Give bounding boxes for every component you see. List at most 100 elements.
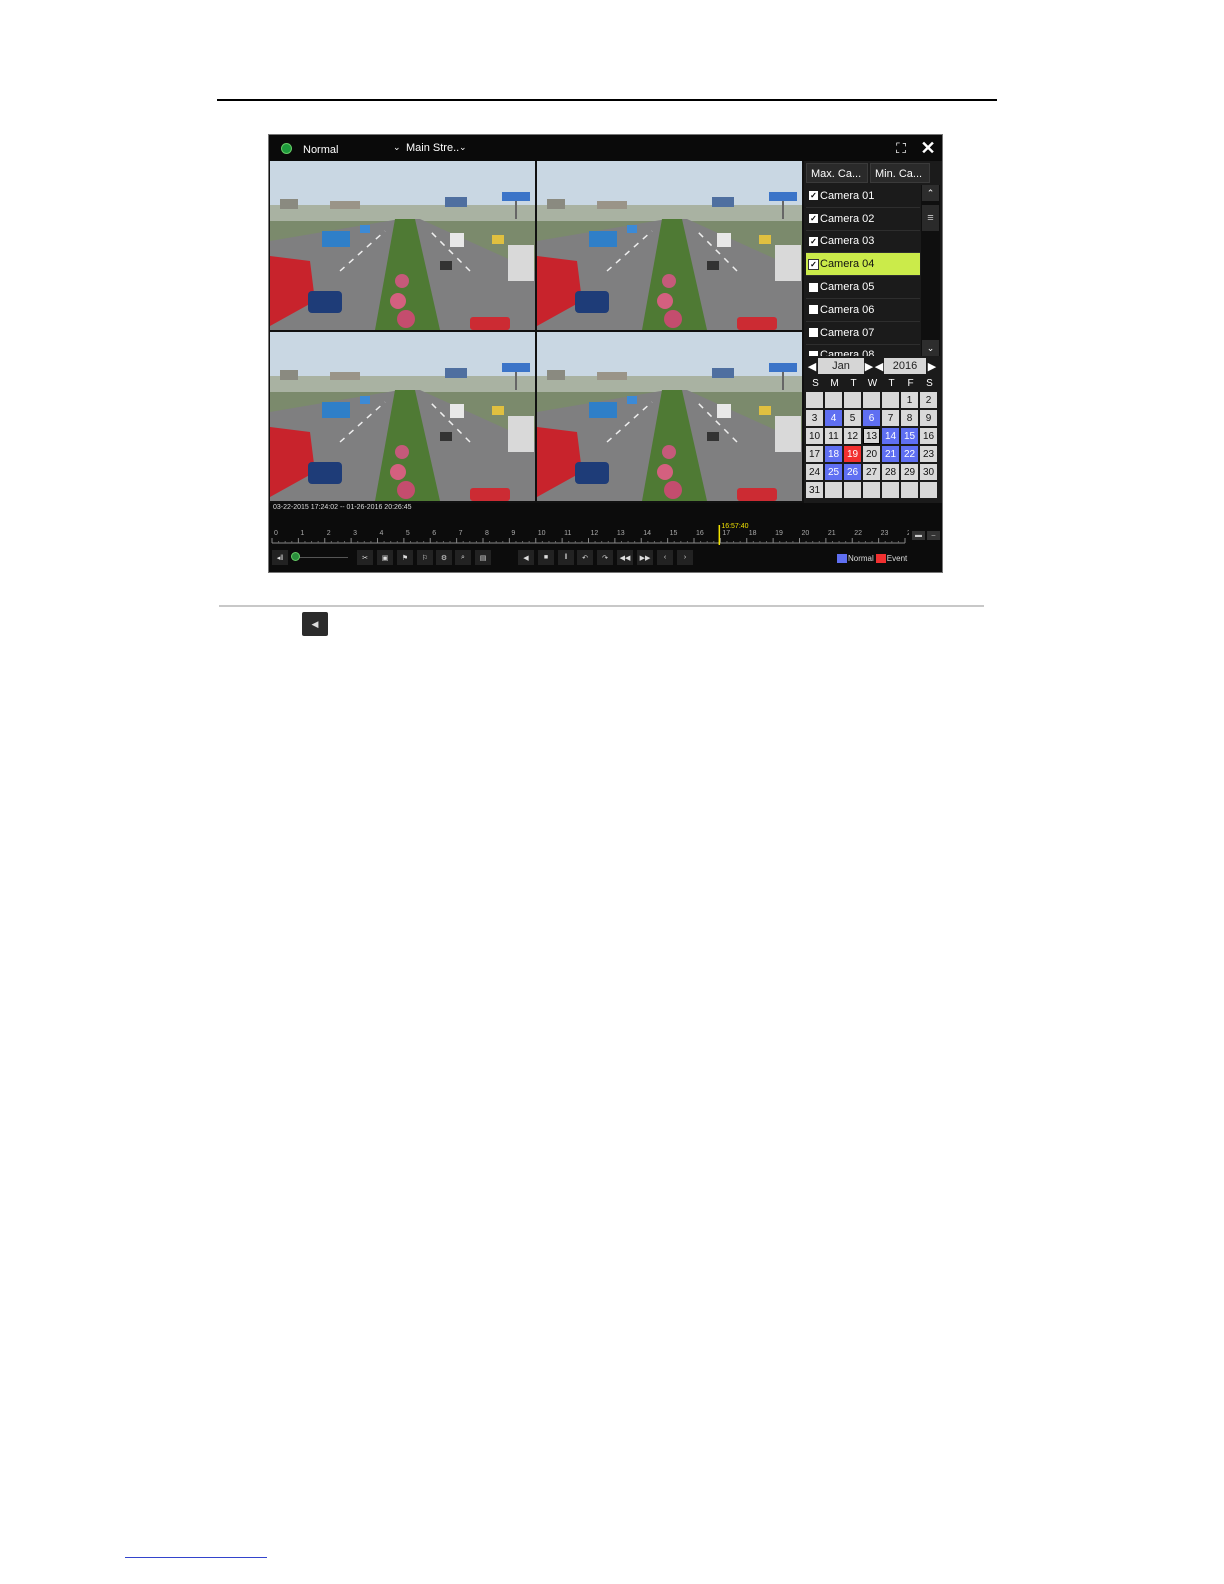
camera-list-item[interactable]: ✓ Camera 03 <box>806 231 920 254</box>
calendar-day[interactable]: 28 <box>882 464 899 480</box>
calendar-day[interactable]: 3 <box>806 410 823 426</box>
calendar-day[interactable]: 14 <box>882 428 899 444</box>
video-tile-3[interactable] <box>270 332 535 501</box>
camera-list-item[interactable]: Camera 08 <box>806 345 920 356</box>
record-range-text: 03-22-2015 17:24:02 -- 01-26-2016 20:26:… <box>273 504 412 511</box>
prev-year-icon[interactable]: ◀ <box>874 358 884 374</box>
scroll-up-icon[interactable]: ⌃ <box>922 185 939 201</box>
calendar-day[interactable]: 19 <box>844 446 861 462</box>
calendar-empty-cell <box>825 392 842 408</box>
volume-knob[interactable] <box>292 553 299 560</box>
timeline[interactable]: 0123456789101112131415161718192021222324… <box>269 521 909 545</box>
forward-30s-icon[interactable]: ↷ <box>597 550 613 565</box>
volume-slider[interactable] <box>292 557 348 558</box>
calendar-day[interactable]: 24 <box>806 464 823 480</box>
prev-month-icon[interactable]: ◀ <box>806 358 818 374</box>
video-tile-2[interactable] <box>537 161 802 330</box>
calendar-day[interactable]: 8 <box>901 410 918 426</box>
camera-list-item[interactable]: ✓ Camera 01 <box>806 185 920 208</box>
calendar-day[interactable]: 2 <box>920 392 937 408</box>
next-day-icon[interactable]: › <box>677 550 693 565</box>
checkbox-icon[interactable] <box>809 328 818 338</box>
timeline-tick-label: 11 <box>564 530 571 537</box>
min-camera-button[interactable]: Min. Ca... <box>870 163 930 183</box>
calendar-day[interactable]: 22 <box>901 446 918 462</box>
settings-icon[interactable]: ⚙ <box>436 550 452 565</box>
calendar-day[interactable]: 12 <box>844 428 861 444</box>
calendar-day[interactable]: 11 <box>825 428 842 444</box>
calendar-day[interactable]: 27 <box>863 464 880 480</box>
menu-icon[interactable]: ≡ <box>922 205 939 231</box>
checkbox-icon[interactable] <box>809 350 818 356</box>
file-management-icon[interactable]: ▤ <box>475 550 491 565</box>
slow-forward-icon[interactable]: ◀◀ <box>617 550 633 565</box>
fullscreen-icon[interactable]: ⛶ <box>890 138 912 158</box>
timeline-tick-label: 19 <box>775 530 783 537</box>
calendar-day[interactable]: 1 <box>901 392 918 408</box>
calendar-day[interactable]: 18 <box>825 446 842 462</box>
lock-file-icon[interactable]: ▣ <box>377 550 393 565</box>
weekday-label: F <box>907 378 914 389</box>
checkbox-checked-icon[interactable]: ✓ <box>809 236 818 246</box>
camera-list-item[interactable]: Camera 05 <box>806 276 920 299</box>
camera-list-item[interactable]: ✓ Camera 04 <box>806 253 920 277</box>
next-year-icon[interactable]: ▶ <box>926 358 938 374</box>
camera-label: Camera 03 <box>820 235 875 248</box>
calendar-day[interactable]: 16 <box>920 428 937 444</box>
calendar-day[interactable]: 6 <box>863 410 880 426</box>
calendar-day[interactable]: 13 <box>863 428 880 444</box>
video-tile-4[interactable] <box>537 332 802 501</box>
calendar-empty-cell <box>901 482 918 498</box>
stream-type-select[interactable]: Main Stre.. <box>406 142 459 154</box>
calendar-day[interactable]: 29 <box>901 464 918 480</box>
chevron-down-icon[interactable]: ⌄ <box>393 142 401 153</box>
checkbox-checked-icon[interactable]: ✓ <box>809 214 818 224</box>
calendar-year[interactable]: 2016 <box>884 358 926 374</box>
clip-icon[interactable]: ✂ <box>357 550 373 565</box>
audio-icon[interactable]: ◂‖ <box>272 550 288 565</box>
calendar-day[interactable]: 31 <box>806 482 823 498</box>
calendar-day[interactable]: 26 <box>844 464 861 480</box>
camera-list-item[interactable]: Camera 07 <box>806 322 920 345</box>
checkbox-checked-icon[interactable]: ✓ <box>809 191 818 201</box>
scroll-down-icon[interactable]: ⌄ <box>922 340 939 356</box>
digital-zoom-icon[interactable]: ⌕ <box>455 550 471 565</box>
calendar-day[interactable]: 9 <box>920 410 937 426</box>
video-tile-1[interactable] <box>270 161 535 330</box>
playback-mode-select[interactable]: Normal <box>303 144 338 156</box>
stop-icon[interactable]: ■ <box>538 550 554 565</box>
calendar-day[interactable]: 21 <box>882 446 899 462</box>
calendar-day[interactable]: 10 <box>806 428 823 444</box>
weekday-label: S <box>812 378 819 389</box>
add-tag-icon[interactable]: ⚑ <box>397 550 413 565</box>
chevron-down-icon[interactable]: ⌄ <box>459 142 467 153</box>
camera-list-item[interactable]: ✓ Camera 02 <box>806 208 920 231</box>
camera-list-item[interactable]: Camera 06 <box>806 299 920 322</box>
back-30s-icon[interactable]: ↶ <box>577 550 593 565</box>
video-frame <box>537 332 802 501</box>
checkbox-icon[interactable] <box>809 305 818 315</box>
timeline-zoom-in-icon[interactable]: – <box>927 531 940 540</box>
checkbox-icon[interactable] <box>809 282 818 292</box>
previous-day-icon[interactable]: ‹ <box>657 550 673 565</box>
calendar-day[interactable]: 23 <box>920 446 937 462</box>
reverse-play-icon[interactable]: ◀ <box>518 550 534 565</box>
close-icon[interactable]: ✕ <box>917 138 939 158</box>
camera-list-scrollbar[interactable]: ⌃ ≡ ⌄ <box>921 185 940 356</box>
calendar-day[interactable]: 25 <box>825 464 842 480</box>
calendar-month[interactable]: Jan <box>818 358 864 374</box>
next-month-icon[interactable]: ▶ <box>864 358 874 374</box>
calendar-day[interactable]: 20 <box>863 446 880 462</box>
calendar-day[interactable]: 7 <box>882 410 899 426</box>
calendar-day[interactable]: 30 <box>920 464 937 480</box>
calendar-day[interactable]: 4 <box>825 410 842 426</box>
calendar-day[interactable]: 17 <box>806 446 823 462</box>
pause-icon[interactable]: ‖ <box>558 550 574 565</box>
calendar-day[interactable]: 5 <box>844 410 861 426</box>
fast-forward-icon[interactable]: ▶▶ <box>637 550 653 565</box>
max-camera-button[interactable]: Max. Ca... <box>806 163 868 183</box>
timeline-zoom-out-icon[interactable]: ▬ <box>912 531 925 540</box>
calendar-day[interactable]: 15 <box>901 428 918 444</box>
checkbox-checked-icon[interactable]: ✓ <box>809 259 818 269</box>
custom-tag-icon[interactable]: ⚐ <box>417 550 433 565</box>
